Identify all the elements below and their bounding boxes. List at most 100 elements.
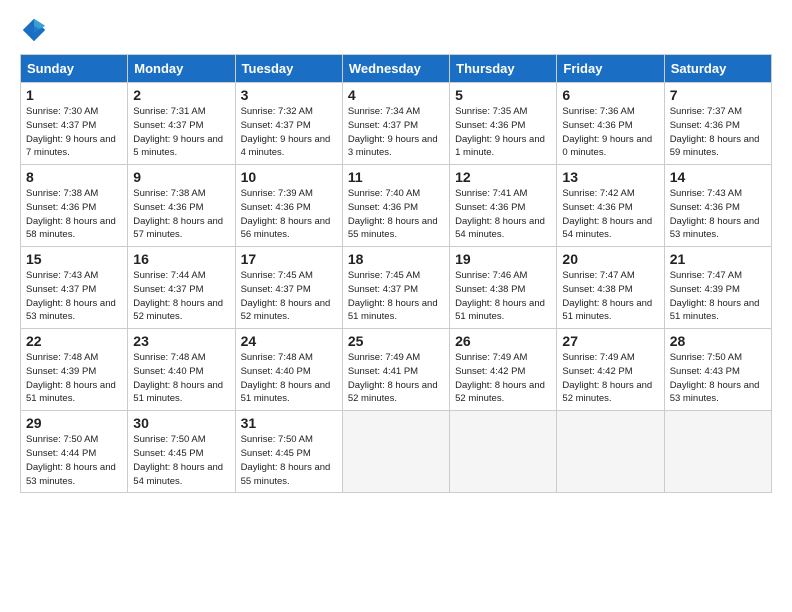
calendar-cell: 13 Sunrise: 7:42 AM Sunset: 4:36 PM Dayl… xyxy=(557,165,664,247)
calendar-cell: 28 Sunrise: 7:50 AM Sunset: 4:43 PM Dayl… xyxy=(664,329,771,411)
day-detail: Sunrise: 7:50 AM Sunset: 4:45 PM Dayligh… xyxy=(133,433,229,488)
day-detail: Sunrise: 7:38 AM Sunset: 4:36 PM Dayligh… xyxy=(133,187,229,242)
calendar-header-thursday: Thursday xyxy=(450,55,557,83)
day-detail: Sunrise: 7:40 AM Sunset: 4:36 PM Dayligh… xyxy=(348,187,444,242)
calendar-cell: 19 Sunrise: 7:46 AM Sunset: 4:38 PM Dayl… xyxy=(450,247,557,329)
calendar-cell: 6 Sunrise: 7:36 AM Sunset: 4:36 PM Dayli… xyxy=(557,83,664,165)
calendar-cell: 20 Sunrise: 7:47 AM Sunset: 4:38 PM Dayl… xyxy=(557,247,664,329)
day-detail: Sunrise: 7:43 AM Sunset: 4:37 PM Dayligh… xyxy=(26,269,122,324)
day-number: 20 xyxy=(562,251,658,267)
day-number: 30 xyxy=(133,415,229,431)
calendar-table: SundayMondayTuesdayWednesdayThursdayFrid… xyxy=(20,54,772,493)
day-number: 7 xyxy=(670,87,766,103)
day-detail: Sunrise: 7:49 AM Sunset: 4:42 PM Dayligh… xyxy=(455,351,551,406)
calendar-cell xyxy=(557,411,664,493)
day-detail: Sunrise: 7:38 AM Sunset: 4:36 PM Dayligh… xyxy=(26,187,122,242)
day-detail: Sunrise: 7:41 AM Sunset: 4:36 PM Dayligh… xyxy=(455,187,551,242)
day-number: 31 xyxy=(241,415,337,431)
day-number: 14 xyxy=(670,169,766,185)
calendar-cell: 31 Sunrise: 7:50 AM Sunset: 4:45 PM Dayl… xyxy=(235,411,342,493)
day-number: 28 xyxy=(670,333,766,349)
calendar-cell: 3 Sunrise: 7:32 AM Sunset: 4:37 PM Dayli… xyxy=(235,83,342,165)
calendar-body: 1 Sunrise: 7:30 AM Sunset: 4:37 PM Dayli… xyxy=(21,83,772,493)
calendar-cell: 26 Sunrise: 7:49 AM Sunset: 4:42 PM Dayl… xyxy=(450,329,557,411)
calendar-cell: 8 Sunrise: 7:38 AM Sunset: 4:36 PM Dayli… xyxy=(21,165,128,247)
day-number: 5 xyxy=(455,87,551,103)
calendar-cell: 10 Sunrise: 7:39 AM Sunset: 4:36 PM Dayl… xyxy=(235,165,342,247)
day-number: 8 xyxy=(26,169,122,185)
day-number: 17 xyxy=(241,251,337,267)
day-detail: Sunrise: 7:30 AM Sunset: 4:37 PM Dayligh… xyxy=(26,105,122,160)
calendar-header-monday: Monday xyxy=(128,55,235,83)
day-number: 13 xyxy=(562,169,658,185)
calendar-cell: 9 Sunrise: 7:38 AM Sunset: 4:36 PM Dayli… xyxy=(128,165,235,247)
day-number: 15 xyxy=(26,251,122,267)
day-number: 11 xyxy=(348,169,444,185)
calendar-week-5: 29 Sunrise: 7:50 AM Sunset: 4:44 PM Dayl… xyxy=(21,411,772,493)
day-detail: Sunrise: 7:44 AM Sunset: 4:37 PM Dayligh… xyxy=(133,269,229,324)
day-detail: Sunrise: 7:48 AM Sunset: 4:40 PM Dayligh… xyxy=(241,351,337,406)
calendar-cell: 14 Sunrise: 7:43 AM Sunset: 4:36 PM Dayl… xyxy=(664,165,771,247)
calendar-cell: 17 Sunrise: 7:45 AM Sunset: 4:37 PM Dayl… xyxy=(235,247,342,329)
calendar-cell: 16 Sunrise: 7:44 AM Sunset: 4:37 PM Dayl… xyxy=(128,247,235,329)
calendar-cell: 24 Sunrise: 7:48 AM Sunset: 4:40 PM Dayl… xyxy=(235,329,342,411)
day-number: 26 xyxy=(455,333,551,349)
day-number: 12 xyxy=(455,169,551,185)
logo-icon xyxy=(20,16,48,44)
calendar-cell: 1 Sunrise: 7:30 AM Sunset: 4:37 PM Dayli… xyxy=(21,83,128,165)
day-detail: Sunrise: 7:49 AM Sunset: 4:41 PM Dayligh… xyxy=(348,351,444,406)
day-number: 22 xyxy=(26,333,122,349)
calendar-cell xyxy=(664,411,771,493)
day-number: 2 xyxy=(133,87,229,103)
calendar-header-tuesday: Tuesday xyxy=(235,55,342,83)
day-detail: Sunrise: 7:50 AM Sunset: 4:44 PM Dayligh… xyxy=(26,433,122,488)
calendar-header-row: SundayMondayTuesdayWednesdayThursdayFrid… xyxy=(21,55,772,83)
day-detail: Sunrise: 7:46 AM Sunset: 4:38 PM Dayligh… xyxy=(455,269,551,324)
calendar-header-friday: Friday xyxy=(557,55,664,83)
day-detail: Sunrise: 7:32 AM Sunset: 4:37 PM Dayligh… xyxy=(241,105,337,160)
day-detail: Sunrise: 7:50 AM Sunset: 4:43 PM Dayligh… xyxy=(670,351,766,406)
day-number: 1 xyxy=(26,87,122,103)
day-detail: Sunrise: 7:45 AM Sunset: 4:37 PM Dayligh… xyxy=(241,269,337,324)
calendar-cell: 5 Sunrise: 7:35 AM Sunset: 4:36 PM Dayli… xyxy=(450,83,557,165)
calendar-cell xyxy=(342,411,449,493)
day-detail: Sunrise: 7:42 AM Sunset: 4:36 PM Dayligh… xyxy=(562,187,658,242)
day-number: 19 xyxy=(455,251,551,267)
calendar-cell: 7 Sunrise: 7:37 AM Sunset: 4:36 PM Dayli… xyxy=(664,83,771,165)
calendar-week-2: 8 Sunrise: 7:38 AM Sunset: 4:36 PM Dayli… xyxy=(21,165,772,247)
day-detail: Sunrise: 7:43 AM Sunset: 4:36 PM Dayligh… xyxy=(670,187,766,242)
calendar-header-sunday: Sunday xyxy=(21,55,128,83)
day-detail: Sunrise: 7:39 AM Sunset: 4:36 PM Dayligh… xyxy=(241,187,337,242)
day-detail: Sunrise: 7:47 AM Sunset: 4:39 PM Dayligh… xyxy=(670,269,766,324)
calendar-cell: 25 Sunrise: 7:49 AM Sunset: 4:41 PM Dayl… xyxy=(342,329,449,411)
day-detail: Sunrise: 7:47 AM Sunset: 4:38 PM Dayligh… xyxy=(562,269,658,324)
calendar-cell: 11 Sunrise: 7:40 AM Sunset: 4:36 PM Dayl… xyxy=(342,165,449,247)
day-number: 6 xyxy=(562,87,658,103)
calendar-cell: 18 Sunrise: 7:45 AM Sunset: 4:37 PM Dayl… xyxy=(342,247,449,329)
day-number: 16 xyxy=(133,251,229,267)
page: SundayMondayTuesdayWednesdayThursdayFrid… xyxy=(0,0,792,503)
day-number: 18 xyxy=(348,251,444,267)
day-number: 10 xyxy=(241,169,337,185)
day-number: 21 xyxy=(670,251,766,267)
day-number: 29 xyxy=(26,415,122,431)
calendar-cell: 21 Sunrise: 7:47 AM Sunset: 4:39 PM Dayl… xyxy=(664,247,771,329)
day-number: 4 xyxy=(348,87,444,103)
day-detail: Sunrise: 7:45 AM Sunset: 4:37 PM Dayligh… xyxy=(348,269,444,324)
calendar-cell: 23 Sunrise: 7:48 AM Sunset: 4:40 PM Dayl… xyxy=(128,329,235,411)
header xyxy=(20,16,772,44)
calendar-cell xyxy=(450,411,557,493)
calendar-cell: 2 Sunrise: 7:31 AM Sunset: 4:37 PM Dayli… xyxy=(128,83,235,165)
calendar-header-saturday: Saturday xyxy=(664,55,771,83)
calendar-cell: 30 Sunrise: 7:50 AM Sunset: 4:45 PM Dayl… xyxy=(128,411,235,493)
day-number: 23 xyxy=(133,333,229,349)
day-number: 3 xyxy=(241,87,337,103)
day-detail: Sunrise: 7:48 AM Sunset: 4:39 PM Dayligh… xyxy=(26,351,122,406)
calendar-cell: 4 Sunrise: 7:34 AM Sunset: 4:37 PM Dayli… xyxy=(342,83,449,165)
day-detail: Sunrise: 7:37 AM Sunset: 4:36 PM Dayligh… xyxy=(670,105,766,160)
calendar-week-3: 15 Sunrise: 7:43 AM Sunset: 4:37 PM Dayl… xyxy=(21,247,772,329)
calendar-cell: 12 Sunrise: 7:41 AM Sunset: 4:36 PM Dayl… xyxy=(450,165,557,247)
calendar-cell: 22 Sunrise: 7:48 AM Sunset: 4:39 PM Dayl… xyxy=(21,329,128,411)
day-number: 25 xyxy=(348,333,444,349)
logo xyxy=(20,16,52,44)
